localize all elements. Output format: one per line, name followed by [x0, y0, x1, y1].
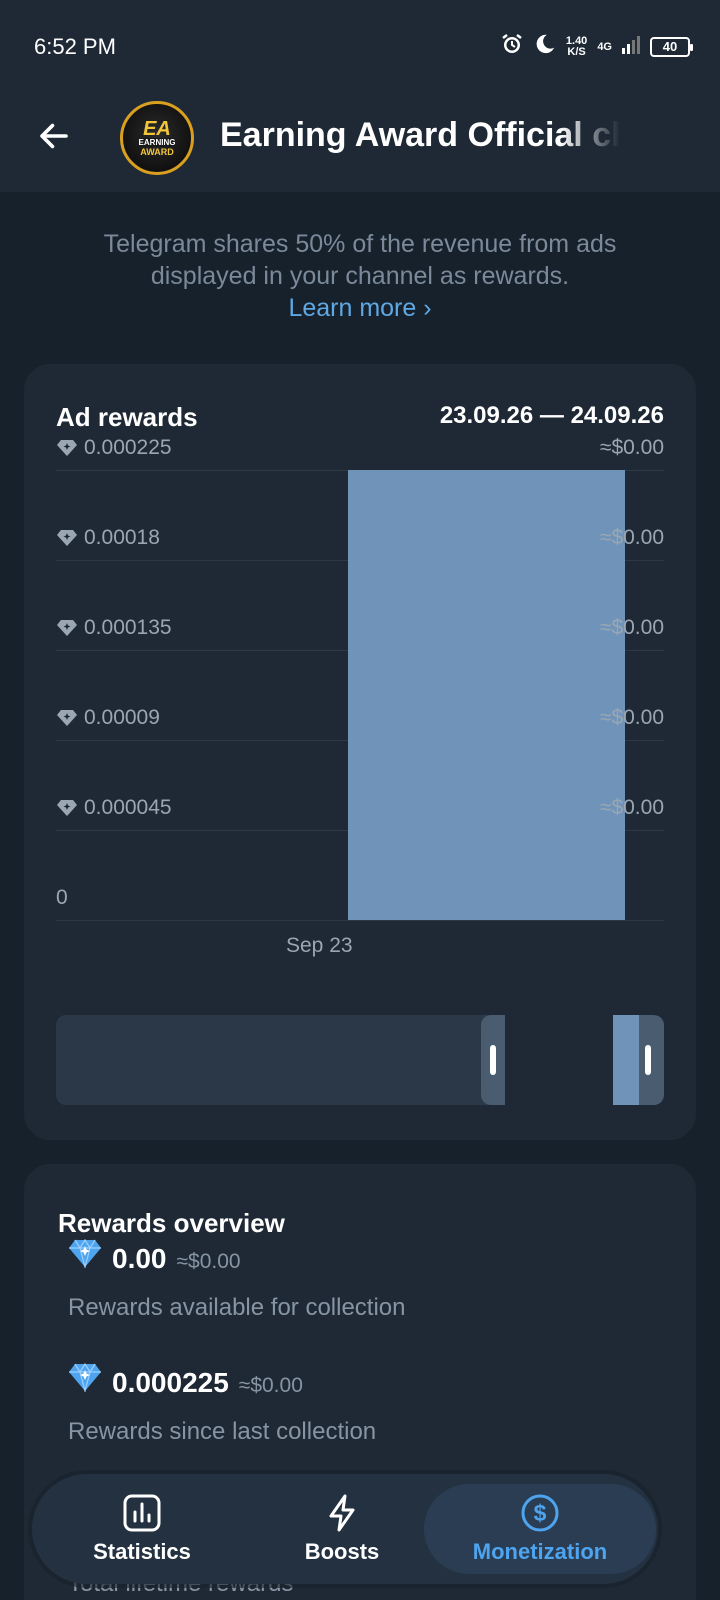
ad-rewards-chart[interactable]: 0.000225 ≈$0.00 0.00018 ≈$0.00 0.000135 ≈$0.0…: [56, 436, 664, 964]
diamond-icon: [57, 530, 77, 546]
y-tick-usd-label: ≈$0.00: [599, 796, 664, 819]
available-amount: 0.00: [112, 1243, 167, 1274]
learn-more-link[interactable]: Learn more ›: [288, 294, 431, 322]
avatar-logo-text: EA: [143, 117, 171, 140]
range-handle-left[interactable]: [490, 1045, 496, 1075]
statistics-icon: [123, 1494, 161, 1532]
chart-gridline: [56, 920, 664, 921]
chart-bar[interactable]: [348, 470, 625, 920]
y-tick-label: 0: [56, 886, 68, 909]
ad-rewards-card: Ad rewards 23.09.26 — 24.09.26 0.000225 ≈…: [24, 364, 696, 1140]
nav-statistics[interactable]: Statistics: [72, 1474, 212, 1584]
range-slider[interactable]: [56, 1015, 664, 1105]
status-time: 6:52 PM: [34, 34, 116, 59]
moon-icon: [534, 33, 556, 60]
dollar-circle-icon: $: [521, 1494, 559, 1532]
available-rewards-row: 0.00 ≈$0.00: [68, 1238, 241, 1275]
diamond-icon: [68, 1238, 102, 1273]
date-range[interactable]: 23.09.26 — 24.09.26: [440, 402, 664, 430]
y-tick-label: 0.00009: [56, 706, 160, 730]
app-bar: EA EARNING AWARD Earning Award Official …: [0, 90, 720, 192]
y-tick-usd-label: ≈$0.00: [599, 526, 664, 549]
diamond-icon: [68, 1362, 102, 1397]
nav-boosts-label: Boosts: [304, 1539, 380, 1564]
nav-monetization[interactable]: $ Monetization: [424, 1484, 656, 1574]
nav-monetization-label: Monetization: [472, 1539, 608, 1564]
y-tick-usd-label: ≈$0.00: [599, 436, 664, 459]
since-collection-label: Rewards since last collection: [68, 1418, 377, 1445]
back-arrow-icon: [40, 123, 68, 149]
battery-indicator: 40: [650, 36, 693, 57]
svg-text:$: $: [534, 1500, 547, 1526]
y-tick-usd-label: ≈$0.00: [599, 616, 664, 639]
range-mini-bar: [613, 1015, 639, 1105]
y-tick-usd-label: ≈$0.00: [599, 706, 664, 729]
rewards-overview-title: Rewards overview: [58, 1208, 285, 1238]
diamond-icon: [57, 440, 77, 456]
channel-avatar[interactable]: EA EARNING AWARD: [120, 101, 194, 175]
revenue-share-info: Telegram shares 50% of the revenue from …: [60, 228, 660, 324]
since-collection-usd: ≈$0.00: [238, 1374, 303, 1397]
lightning-icon: [329, 1494, 355, 1532]
y-tick-label: 0.00018: [56, 526, 160, 550]
diamond-icon: [57, 710, 77, 726]
ad-rewards-title: Ad rewards: [56, 402, 198, 432]
range-window: [505, 1015, 613, 1105]
range-handle-right[interactable]: [645, 1045, 651, 1075]
signal-icon: [622, 34, 640, 59]
network-speed: 1.40 K/S: [565, 34, 588, 58]
status-icons: 1.40 K/S 4G 40: [500, 32, 693, 61]
status-bar: 6:52 PM 1.40 K/S 4G 40: [0, 0, 720, 90]
nav-boosts[interactable]: Boosts: [272, 1474, 412, 1584]
available-usd: ≈$0.00: [176, 1250, 241, 1273]
channel-title[interactable]: Earning Award Official channel: [220, 116, 620, 155]
back-button[interactable]: [30, 112, 78, 160]
range-selector[interactable]: [481, 1015, 664, 1105]
diamond-icon: [57, 620, 77, 636]
since-collection-row: 0.000225 ≈$0.00: [68, 1362, 303, 1399]
available-label: Rewards available for collection: [68, 1294, 406, 1321]
y-tick-label: 0.000045: [56, 796, 172, 820]
nav-statistics-label: Statistics: [93, 1539, 191, 1564]
network-type: 4G: [597, 40, 612, 53]
bottom-navigation: Statistics Boosts $ Monetization: [32, 1474, 658, 1584]
y-tick-label: 0.000225: [56, 436, 172, 460]
since-collection-amount: 0.000225: [112, 1367, 229, 1398]
x-tick-label: Sep 23: [286, 934, 353, 957]
revenue-share-text: Telegram shares 50% of the revenue from …: [103, 230, 617, 290]
y-tick-label: 0.000135: [56, 616, 172, 640]
diamond-icon: [57, 800, 77, 816]
alarm-icon: [500, 32, 524, 61]
